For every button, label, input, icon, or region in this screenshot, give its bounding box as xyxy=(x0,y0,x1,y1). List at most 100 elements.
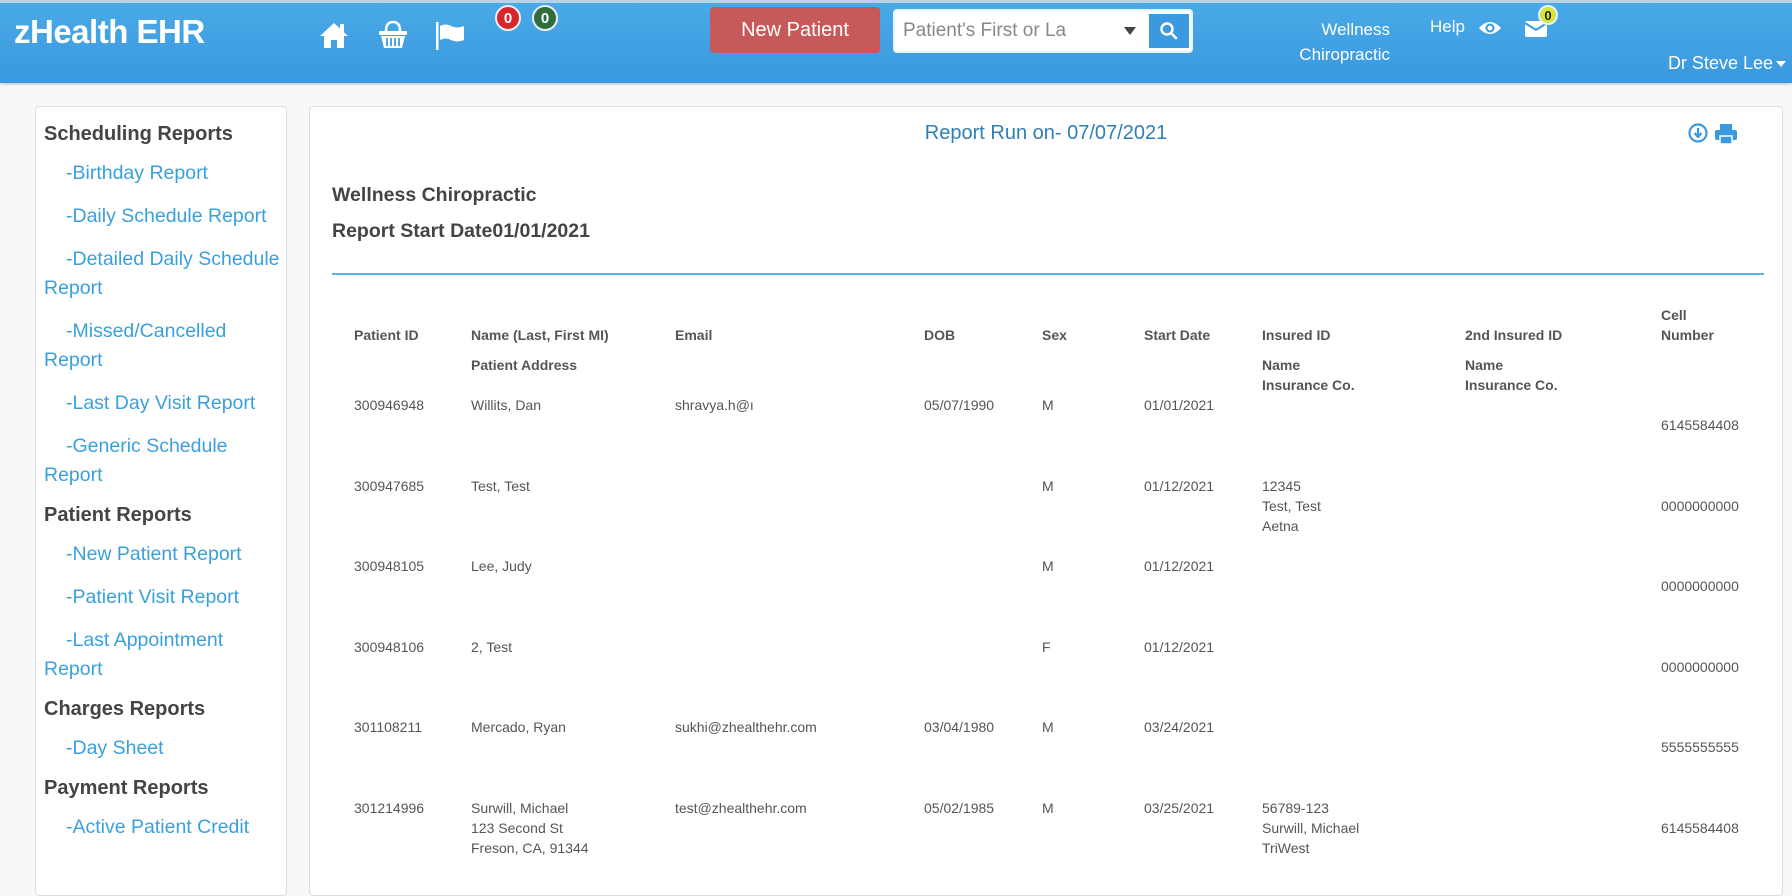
search-icon xyxy=(1160,22,1178,40)
flag-icon[interactable] xyxy=(432,17,468,53)
user-menu[interactable]: Dr Steve Lee xyxy=(1668,53,1786,74)
home-icon[interactable] xyxy=(316,17,352,53)
print-icon[interactable] xyxy=(1714,123,1738,145)
sidebar-item-daily-schedule-report[interactable]: -Daily Schedule Report xyxy=(44,202,286,231)
col-patient-id: Patient ID xyxy=(354,327,419,343)
cell-patient-id: 300948105 xyxy=(354,558,425,574)
clinic-name-line1: Wellness xyxy=(1321,20,1390,39)
cell-sex: M xyxy=(1042,719,1054,735)
report-start-date: Report Start Date01/01/2021 xyxy=(332,220,590,242)
clinic-name[interactable]: Wellness Chiropractic xyxy=(1290,17,1390,67)
cell-insured-name: Surwill, Michael xyxy=(1262,819,1360,836)
sidebar-item-generic-schedule-report[interactable]: -Generic Schedule Report xyxy=(44,432,286,490)
cell-name: Mercado, Ryan xyxy=(471,719,566,735)
col-patient-address: Patient Address xyxy=(471,357,578,373)
top-navbar: zHealth EHR 0 0 New Patient Wellness Chi… xyxy=(0,0,1792,83)
sidebar-section-scheduling: Scheduling Reports xyxy=(44,123,233,145)
cell-cell-number: 0000000000 xyxy=(1661,497,1739,514)
col-cell-number-2: Number xyxy=(1661,327,1714,343)
col-dob: DOB xyxy=(924,327,956,343)
cell-start-date: 01/01/2021 xyxy=(1144,397,1215,413)
new-patient-button[interactable]: New Patient xyxy=(710,7,880,53)
cell-insured-id: 12345 xyxy=(1262,477,1301,494)
sidebar-item-last-day-visit-report[interactable]: -Last Day Visit Report xyxy=(44,389,286,418)
sidebar-item-birthday-report[interactable]: -Birthday Report xyxy=(44,159,286,188)
report-run-date: Report Run on- 07/07/2021 xyxy=(924,122,1168,144)
cell-patient-id: 301108211 xyxy=(354,719,422,735)
report-organization: Wellness Chiropractic xyxy=(332,184,537,206)
cell-cell-number: 6145584408 xyxy=(1661,819,1739,836)
sidebar-item-detailed-daily-schedule-report[interactable]: -Detailed Daily Schedule Report xyxy=(44,245,286,303)
sidebar-section-payment: Payment Reports xyxy=(44,777,209,799)
search-dropdown-caret-icon[interactable] xyxy=(1115,11,1145,51)
cell-sex: F xyxy=(1042,638,1051,655)
cell-start-date: 01/12/2021 xyxy=(1144,558,1215,574)
col-cell-number-1: Cell xyxy=(1661,307,1687,323)
cell-sex: M xyxy=(1042,558,1054,574)
cell-dob: 05/02/1985 xyxy=(924,799,995,816)
alert-badge-red[interactable]: 0 xyxy=(495,5,521,31)
cell-sex: M xyxy=(1042,477,1054,494)
col-2nd-insured-id: 2nd Insured ID xyxy=(1465,327,1563,343)
cell-start-date: 03/25/2021 xyxy=(1144,799,1215,816)
cell-dob: 05/07/1990 xyxy=(924,397,995,413)
col-start-date: Start Date xyxy=(1144,327,1211,343)
sidebar-item-new-patient-report[interactable]: -New Patient Report xyxy=(44,540,286,569)
sidebar-item-patient-visit-report[interactable]: -Patient Visit Report xyxy=(44,583,286,612)
cell-email: test@zhealthehr.com xyxy=(675,799,807,816)
col-sex: Sex xyxy=(1042,327,1067,343)
cell-patient-id: 301214996 xyxy=(354,799,425,816)
cell-name: Lee, Judy xyxy=(471,558,532,574)
chevron-down-icon xyxy=(1776,61,1786,68)
col-name: Name (Last, First MI) xyxy=(471,327,609,343)
alert-badge-green[interactable]: 0 xyxy=(532,5,558,31)
cell-name: Surwill, Michael xyxy=(471,799,569,816)
report-divider xyxy=(332,273,1764,275)
cell-cell-number: 0000000000 xyxy=(1661,658,1739,675)
cell-insured-name: Test, Test xyxy=(1262,497,1321,514)
sidebar-section-charges: Charges Reports xyxy=(44,698,206,720)
sidebar-item-active-patient-credit[interactable]: -Active Patient Credit xyxy=(44,813,286,842)
cell-insurance-co: Aetna xyxy=(1262,517,1299,534)
cell-address-line2: Freson, CA, 91344 xyxy=(471,839,589,856)
cell-dob: 03/04/1980 xyxy=(924,719,995,735)
search-button[interactable] xyxy=(1149,14,1189,48)
col-insurance-co: Insurance Co. xyxy=(1262,377,1355,393)
reports-sidebar: Scheduling Reports -Birthday Report -Dai… xyxy=(35,106,287,896)
patient-search-input[interactable] xyxy=(903,11,1083,51)
report-panel: Report Run on- 07/07/2021 Wellness Chiro… xyxy=(309,106,1783,896)
cell-start-date: 01/12/2021 xyxy=(1144,477,1215,494)
patient-search xyxy=(893,9,1193,53)
col-email: Email xyxy=(675,327,713,343)
cell-name: 2, Test xyxy=(471,638,512,655)
cell-patient-id: 300946948 xyxy=(354,397,425,413)
sidebar-item-day-sheet[interactable]: -Day Sheet xyxy=(44,734,286,763)
cell-start-date: 01/12/2021 xyxy=(1144,638,1215,655)
cell-patient-id: 300947685 xyxy=(354,477,425,494)
cell-insured-id: 56789-123 xyxy=(1262,799,1329,816)
clinic-name-line2: Chiropractic xyxy=(1299,45,1390,64)
cell-name: Test, Test xyxy=(471,477,530,494)
sidebar-item-last-appointment-report[interactable]: -Last Appointment Report xyxy=(44,626,286,684)
col-2nd-insured-name: Name xyxy=(1465,357,1504,373)
sidebar-item-missed-cancelled-report[interactable]: -Missed/Cancelled Report xyxy=(44,317,286,375)
help-link[interactable]: Help xyxy=(1430,17,1465,37)
cell-patient-id: 300948106 xyxy=(354,638,425,655)
cell-email: sukhi@zhealthehr.com xyxy=(675,719,817,735)
download-icon[interactable] xyxy=(1688,123,1708,145)
sidebar-section-patient: Patient Reports xyxy=(44,504,192,526)
col-insured-name: Name xyxy=(1262,357,1301,373)
cell-cell-number: 5555555555 xyxy=(1661,739,1739,755)
eye-icon[interactable] xyxy=(1478,19,1502,42)
mail-count-badge: 0 xyxy=(1538,5,1558,25)
cell-name: Willits, Dan xyxy=(471,397,542,413)
basket-icon[interactable] xyxy=(375,17,411,53)
col-2nd-insurance-co: Insurance Co. xyxy=(1465,377,1558,393)
cell-cell-number: 6145584408 xyxy=(1661,417,1739,433)
cell-sex: M xyxy=(1042,799,1054,816)
col-insured-id: Insured ID xyxy=(1262,327,1331,343)
cell-insurance-co: TriWest xyxy=(1262,839,1310,856)
user-name: Dr Steve Lee xyxy=(1667,53,1773,73)
cell-cell-number: 0000000000 xyxy=(1661,578,1739,594)
brand-logo[interactable]: zHealth EHR xyxy=(14,13,205,51)
